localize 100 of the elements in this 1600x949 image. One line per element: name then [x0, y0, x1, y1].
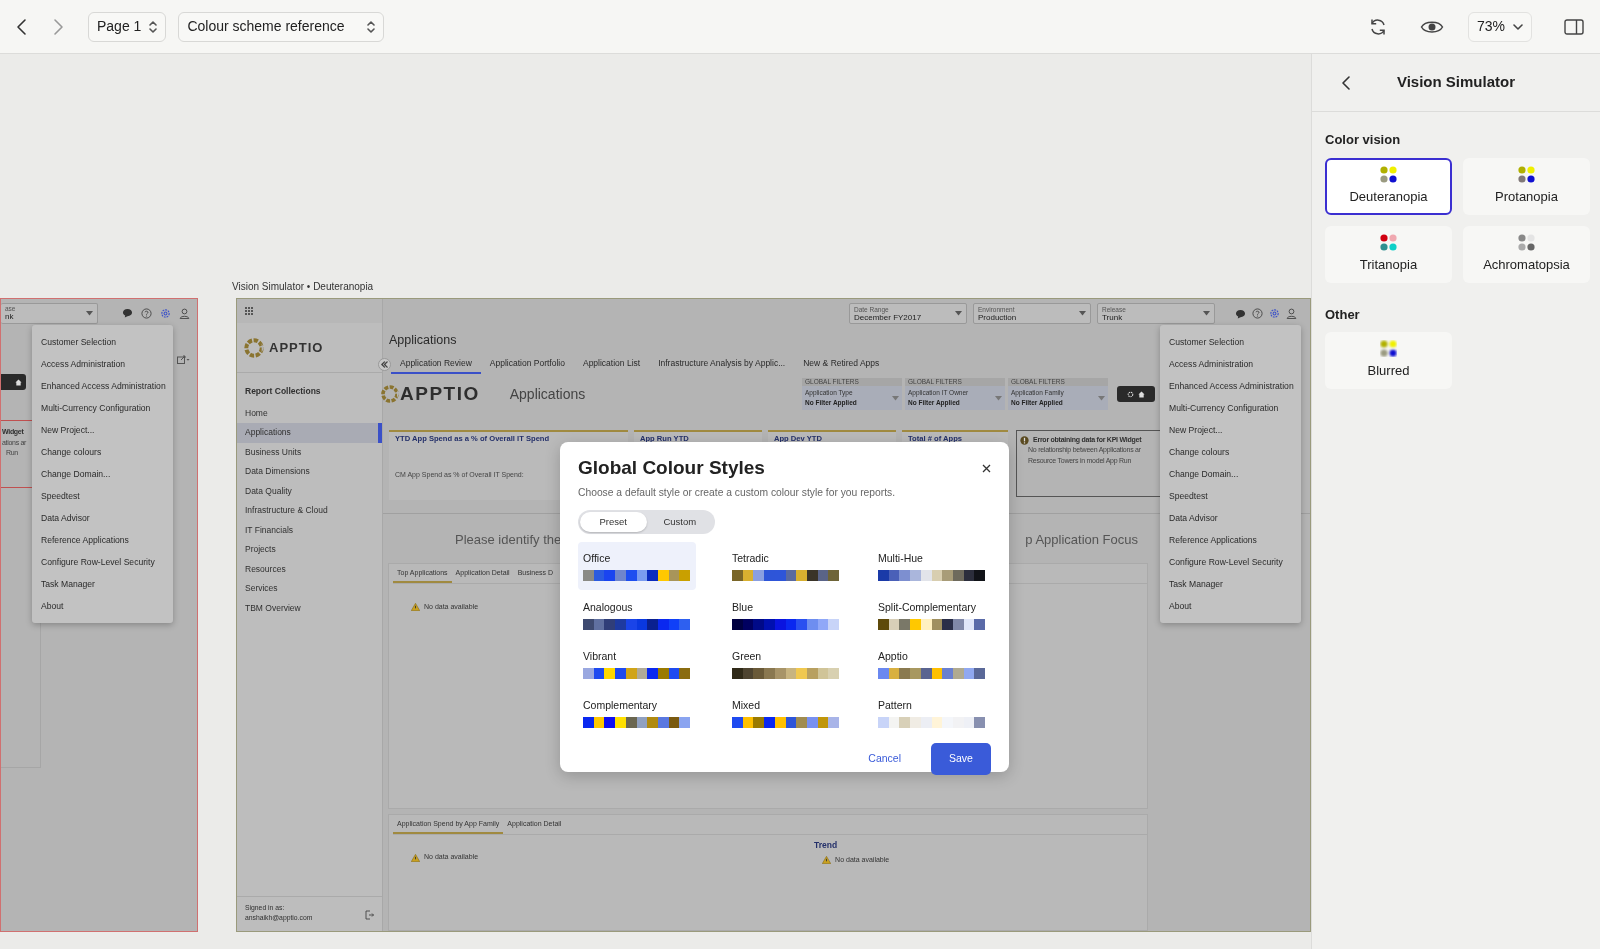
segment-button[interactable]: Preset — [580, 511, 647, 532]
caret-icon — [86, 310, 93, 316]
zoom-select[interactable]: 73% — [1467, 11, 1532, 42]
menu-item[interactable]: Speedtest — [32, 485, 173, 507]
style-option[interactable]: Green — [727, 639, 845, 688]
chat-icon[interactable] — [122, 308, 133, 318]
menu-item[interactable]: Enhanced Access Administration — [32, 375, 173, 397]
panel-toggle-button[interactable] — [1564, 18, 1584, 35]
home-icon[interactable] — [1138, 390, 1145, 398]
vision-option[interactable]: Tritanopia — [1325, 225, 1452, 283]
menu-item[interactable]: New Project... — [1160, 419, 1301, 441]
menu-item[interactable]: Change Domain... — [1160, 463, 1301, 485]
close-button[interactable] — [982, 463, 991, 473]
sidebar-item[interactable]: Projects — [237, 540, 382, 560]
gear-small-icon[interactable] — [1127, 390, 1134, 398]
home-icon[interactable] — [15, 378, 22, 386]
settings-icon[interactable] — [1269, 308, 1280, 320]
style-option[interactable]: Blue — [727, 590, 845, 639]
segment-button[interactable]: Custom — [646, 511, 713, 532]
style-option[interactable]: Analogous — [578, 590, 696, 639]
chevron-down-icon — [1513, 23, 1523, 30]
warning-icon — [411, 853, 420, 862]
sidebar-item[interactable]: Home — [237, 403, 382, 424]
sidebar-item[interactable]: TBM Overview — [237, 598, 382, 619]
tab[interactable]: New & Retired Apps — [794, 356, 889, 375]
settings-icon[interactable] — [160, 307, 171, 319]
style-option[interactable]: Multi-Hue — [873, 541, 991, 590]
menu-item[interactable]: Task Manager — [32, 573, 173, 595]
style-option[interactable]: Pattern — [873, 688, 991, 737]
style-name: Green — [732, 648, 763, 664]
double-chevron-icon — [381, 361, 388, 368]
help-icon[interactable] — [1252, 308, 1263, 320]
menu-item[interactable]: Enhanced Access Administration — [1160, 375, 1301, 397]
menu-item[interactable]: About — [1160, 595, 1301, 617]
sidebar-item[interactable]: Infrastructure & Cloud — [237, 501, 382, 521]
menu-item[interactable]: Configure Row-Level Security — [32, 551, 173, 573]
style-name: Split-Complementary — [878, 599, 978, 615]
close-icon — [982, 463, 991, 473]
export-icon[interactable] — [177, 355, 190, 364]
menu-item[interactable]: Task Manager — [1160, 573, 1301, 595]
back-button[interactable] — [16, 17, 28, 36]
preview-button[interactable] — [1419, 18, 1444, 35]
menu-item[interactable]: Data Advisor — [1160, 507, 1301, 529]
apps-grid-icon[interactable] — [245, 307, 253, 315]
menu-item[interactable]: Access Administration — [1160, 353, 1301, 375]
menu-item[interactable]: Customer Selection — [1160, 331, 1301, 353]
caret-icon — [1079, 311, 1086, 317]
style-option[interactable]: Tetradic — [727, 541, 845, 590]
menu-item[interactable]: Speedtest — [1160, 485, 1301, 507]
logout-icon[interactable] — [365, 910, 374, 920]
forward-button[interactable] — [52, 17, 64, 36]
sidebar-item[interactable]: Data Dimensions — [237, 462, 382, 482]
sidebar-item[interactable]: Services — [237, 579, 382, 599]
sidebar-item[interactable]: Applications — [237, 423, 382, 443]
style-option[interactable]: Vibrant — [578, 639, 696, 688]
user-icon[interactable] — [1286, 308, 1297, 320]
vision-option[interactable]: Blurred — [1325, 332, 1452, 389]
document-select[interactable]: Colour scheme reference — [178, 11, 385, 42]
style-name: Mixed — [732, 697, 761, 713]
tab[interactable]: Infrastructure Analysis by Applic... — [649, 356, 795, 375]
style-option[interactable]: Split-Complementary — [873, 590, 991, 639]
style-name: Apptio — [878, 648, 909, 664]
menu-item[interactable]: Multi-Currency Configuration — [32, 397, 173, 419]
menu-item[interactable]: Access Administration — [32, 353, 173, 375]
chat-icon[interactable] — [1235, 308, 1246, 319]
vision-option[interactable]: Achromatopsia — [1463, 225, 1590, 283]
sidebar-item[interactable]: IT Financials — [237, 520, 382, 541]
tab[interactable]: Application Portfolio — [480, 356, 574, 375]
back-button[interactable] — [1342, 75, 1350, 90]
menu-item[interactable]: Reference Applications — [32, 529, 173, 551]
menu-item[interactable]: Change colours — [1160, 441, 1301, 463]
page-select[interactable]: Page 1 — [88, 11, 167, 42]
style-option[interactable]: Complementary — [578, 688, 696, 737]
tab[interactable]: Application Review — [391, 356, 481, 375]
menu-item[interactable]: New Project... — [32, 419, 173, 441]
section-heading: Color vision — [1325, 131, 1402, 149]
style-option[interactable]: Apptio — [873, 639, 991, 688]
tab[interactable]: Application List — [573, 356, 650, 375]
cancel-button[interactable]: Cancel — [862, 750, 907, 768]
help-icon[interactable] — [141, 307, 152, 319]
sidebar-item[interactable]: Resources — [237, 559, 382, 580]
menu-item[interactable]: Configure Row-Level Security — [1160, 551, 1301, 573]
menu-item[interactable]: Change colours — [32, 441, 173, 463]
style-option[interactable]: Office — [578, 541, 696, 590]
updown-icon — [367, 20, 376, 33]
back-icon — [16, 17, 28, 36]
vision-option[interactable]: Protanopia — [1463, 157, 1590, 215]
caret-icon — [995, 395, 1002, 401]
sidebar-item[interactable]: Business Units — [237, 442, 382, 463]
vision-option[interactable]: Deuteranopia — [1325, 157, 1452, 215]
menu-item[interactable]: Data Advisor — [32, 507, 173, 529]
menu-item[interactable]: About — [32, 595, 173, 617]
menu-item[interactable]: Change Domain... — [32, 463, 173, 485]
menu-item[interactable]: Reference Applications — [1160, 529, 1301, 551]
sidebar-item[interactable]: Data Quality — [237, 481, 382, 502]
user-icon[interactable] — [179, 307, 190, 319]
save-button[interactable]: Save — [931, 742, 991, 775]
menu-item[interactable]: Customer Selection — [32, 331, 173, 353]
menu-item[interactable]: Multi-Currency Configuration — [1160, 397, 1301, 419]
style-option[interactable]: Mixed — [727, 688, 845, 737]
